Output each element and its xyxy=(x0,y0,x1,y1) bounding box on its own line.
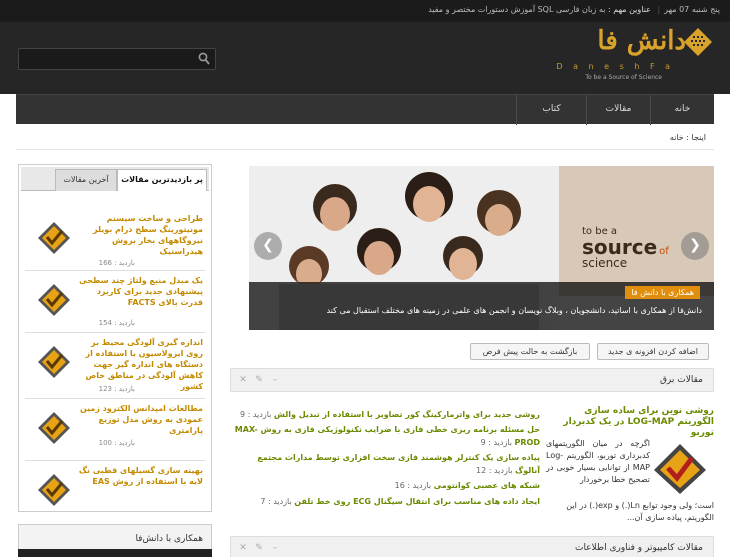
main-nav: خانه مقالات کتاب xyxy=(16,94,714,125)
list-item[interactable]: حل مسئله برنامه ریزی خطی فازی با ضرایب ت… xyxy=(234,423,540,451)
nav-item-books[interactable]: کتاب xyxy=(516,95,586,125)
cooperation-box-body xyxy=(18,549,212,557)
list-item[interactable]: طراحی و ساخت سیستم مونیتورینگ سطح درام ب… xyxy=(25,209,205,271)
article-thumbnail-icon xyxy=(38,412,70,444)
slider-brand-text: to be a source of science xyxy=(582,226,669,270)
panel-header-computer: مقالات کامپیوتر و فناوری اطلاعات ✕ ✎ – xyxy=(230,536,714,557)
list-item[interactable]: پیاده سازی یک کنترلر هوشمند فازی سخت افز… xyxy=(234,451,540,479)
headlines-label: عناوین مهم : xyxy=(608,5,651,14)
visit-count: بازدید : 9 xyxy=(239,410,272,419)
slider-badge[interactable]: همکاری با دانش فا xyxy=(625,286,700,299)
article-title[interactable]: مطالعات امپدانس الکترود زمین عمودی به رو… xyxy=(73,403,203,436)
panel-title: مقالات کامپیوتر و فناوری اطلاعات xyxy=(574,543,703,553)
logo-tagline: To be a Source of Science xyxy=(585,74,662,81)
top-bar: پنج شنبه 07 مهر| عناوین مهم : به زبان فا… xyxy=(0,0,730,22)
logo-mark-icon xyxy=(684,28,712,56)
date-text: پنج شنبه 07 مهر xyxy=(664,5,720,14)
article-title[interactable]: بهینه سازی گسیلهای قطبی نگ لایه با استفا… xyxy=(73,465,203,487)
image-slider[interactable]: to be a source of science همکاری با دانش … xyxy=(249,166,714,330)
electrical-articles: روشی نوین برای ساده سازی الگوریتم LOG-MA… xyxy=(230,398,714,534)
visit-count: بازدید : 16 xyxy=(394,481,432,490)
list-item[interactable]: روشی جدید برای واترمارکینگ کور تصاویر با… xyxy=(234,408,540,423)
visit-count: بازدید : 154 xyxy=(98,319,135,327)
wrench-icon[interactable]: ✎ xyxy=(253,374,265,386)
featured-title[interactable]: روشی نوین برای ساده سازی الگوریتم LOG-MA… xyxy=(546,406,714,439)
site-logo[interactable]: دانش فا D a n e s h F a To be a Source o… xyxy=(554,22,714,88)
article-title[interactable]: یک مبدل منبع ولتاژ چند سطحی پیشنهادی جدی… xyxy=(73,275,203,308)
news-title[interactable]: ایجاد داده های مناسب برای انتقال سیگنال … xyxy=(294,497,540,506)
visit-count: بازدید : 9 xyxy=(480,438,512,447)
articles-tab-box: پر بازدیدترین مقالات آخرین مقالات طراحی … xyxy=(18,164,212,512)
article-thumbnail-icon xyxy=(38,346,70,378)
minimize-icon[interactable]: – xyxy=(269,374,281,386)
article-title[interactable]: طراحی و ساخت سیستم مونیتورینگ سطح درام ب… xyxy=(73,213,203,257)
featured-excerpt-continued: است؛ ولی وجود توابع Ln(.) و exp(.) در ای… xyxy=(566,501,714,522)
slider-caption: دانش‌فا از همکاری با اساتید، دانشجویان ،… xyxy=(326,306,702,315)
logo-latin: D a n e s h F a xyxy=(556,62,674,71)
logo-word: دانش فا xyxy=(597,26,686,56)
nav-item-home[interactable]: خانه xyxy=(650,95,714,125)
featured-thumbnail-icon xyxy=(654,444,706,494)
close-icon[interactable]: ✕ xyxy=(237,374,249,386)
featured-excerpt: اگرچه در میان الگوریتمهای کدبرداری توربو… xyxy=(546,439,650,484)
visit-count: بازدید : 100 xyxy=(98,439,135,447)
news-list: روشی جدید برای واترمارکینگ کور تصاویر با… xyxy=(234,408,540,511)
brand-line-3: of xyxy=(659,246,669,257)
panel-header-electrical: مقالات برق ✕ ✎ – xyxy=(230,368,714,392)
list-item[interactable]: مطالعات امپدانس الکترود زمین عمودی به رو… xyxy=(25,399,205,461)
wrench-icon[interactable]: ✎ xyxy=(253,542,265,554)
panel-title: مقالات برق xyxy=(659,375,703,385)
news-title[interactable]: شبکه های عصبی کوانتومی xyxy=(434,481,540,490)
tab-latest[interactable]: آخرین مقالات xyxy=(55,169,117,191)
reset-default-button[interactable]: بازگشت به حالت پیش فرض xyxy=(470,343,590,360)
tab-bar: پر بازدیدترین مقالات آخرین مقالات xyxy=(21,167,209,191)
brand-line-2: source xyxy=(582,235,658,259)
minimize-icon[interactable]: – xyxy=(269,542,281,554)
headline-link[interactable]: به زبان فارسی SQL آموزش دستورات مختصر و … xyxy=(428,5,605,14)
slider-next-button[interactable]: ❯ xyxy=(681,232,709,260)
search-input[interactable] xyxy=(18,48,216,70)
site-header: دانش فا D a n e s h F a To be a Source o… xyxy=(0,22,730,94)
article-thumbnail-icon xyxy=(38,284,70,316)
breadcrumb: اینجا : خانه xyxy=(16,126,714,150)
slider-prev-button[interactable]: ❮ xyxy=(254,232,282,260)
list-item[interactable]: بهینه سازی گسیلهای قطبی نگ لایه با استفا… xyxy=(25,461,205,509)
list-item[interactable]: شبکه های عصبی کوانتومی بازدید : 16 xyxy=(234,479,540,495)
news-title[interactable]: روشی جدید برای واترمارکینگ کور تصاویر با… xyxy=(274,410,540,419)
add-widget-button[interactable]: اضافه کردن افزونه ی جدید xyxy=(597,343,709,360)
article-thumbnail-icon xyxy=(38,222,70,254)
visit-count: بازدید : 166 xyxy=(98,259,135,267)
article-thumbnail-icon xyxy=(38,474,70,506)
visit-count: بازدید : 7 xyxy=(260,497,292,506)
article-title[interactable]: اندازه گیری آلودگی محیط بر روی ایزولاسیو… xyxy=(73,337,204,392)
list-item[interactable]: ایجاد داده های مناسب برای انتقال سیگنال … xyxy=(234,495,540,511)
list-item[interactable]: یک مبدل منبع ولتاژ چند سطحی پیشنهادی جدی… xyxy=(25,271,205,333)
search-icon[interactable] xyxy=(198,52,210,66)
visit-count: بازدید : 123 xyxy=(98,385,135,393)
tab-most-viewed[interactable]: پر بازدیدترین مقالات xyxy=(117,169,207,191)
nav-item-articles[interactable]: مقالات xyxy=(586,95,650,125)
featured-article: روشی نوین برای ساده سازی الگوریتم LOG-MA… xyxy=(544,398,714,532)
close-icon[interactable]: ✕ xyxy=(237,542,249,554)
visit-count: بازدید : 12 xyxy=(476,466,513,475)
list-item[interactable]: اندازه گیری آلودگی محیط بر روی ایزولاسیو… xyxy=(25,333,205,399)
